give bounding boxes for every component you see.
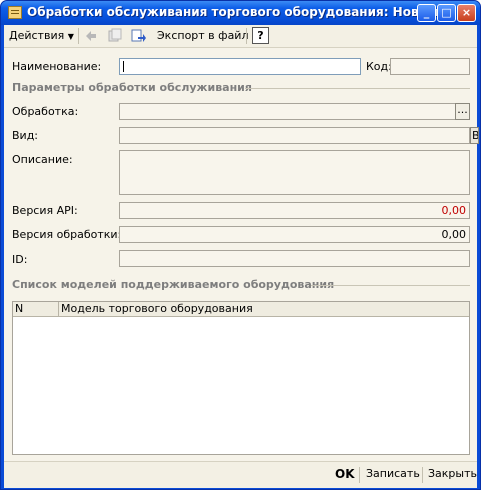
kind-select-label: Вы — [472, 129, 479, 142]
column-header-model[interactable]: Модель торгового оборудования — [59, 302, 469, 316]
section-divider — [245, 88, 470, 89]
kind-label: Вид: — [12, 129, 39, 142]
export-to-file-button[interactable]: Экспорт в файл — [157, 28, 249, 44]
title-bar[interactable]: Обработки обслуживания торгового оборудо… — [1, 1, 480, 25]
column-header-n[interactable]: N — [13, 302, 59, 316]
window-icon — [8, 6, 22, 19]
toolbar-separator — [78, 28, 79, 44]
processing-version-label: Версия обработки: — [12, 228, 122, 241]
form-footer: OK Записать Закрыть — [4, 461, 477, 488]
processing-input[interactable] — [119, 103, 456, 120]
kind-input[interactable] — [119, 127, 470, 144]
name-label: Наименование: — [12, 60, 102, 73]
code-input[interactable] — [390, 58, 470, 75]
app-window: Обработки обслуживания торгового оборудо… — [0, 0, 481, 490]
processing-version-value: 0,00 — [441, 228, 467, 241]
processing-version-input[interactable]: 0,00 — [119, 226, 470, 243]
window-title: Обработки обслуживания торгового оборудо… — [27, 5, 438, 19]
description-textarea[interactable] — [119, 150, 470, 195]
name-input[interactable] — [119, 58, 361, 75]
api-version-label: Версия API: — [12, 204, 78, 217]
footer-separator — [422, 467, 423, 483]
toolbar-separator — [246, 28, 247, 44]
id-input[interactable] — [119, 250, 470, 267]
kind-select-button[interactable]: Вы — [470, 127, 479, 144]
maximize-button[interactable]: □ — [437, 4, 456, 22]
form-client-area: Действия ▼ Экспорт в файл ? Наименование… — [4, 25, 479, 488]
models-table[interactable]: N Модель торгового оборудования — [12, 301, 470, 455]
ok-button[interactable]: OK — [335, 467, 355, 481]
save-button[interactable]: Записать — [366, 467, 420, 480]
code-label: Код: — [366, 60, 392, 73]
api-version-value: 0,00 — [441, 204, 467, 217]
description-label: Описание: — [12, 153, 73, 166]
api-version-input[interactable]: 0,00 — [119, 202, 470, 219]
table-header: N Модель торгового оборудования — [13, 302, 469, 317]
actions-label: Действия — [9, 29, 65, 42]
text-cursor — [123, 61, 124, 72]
copy-icon[interactable] — [107, 28, 123, 44]
help-icon[interactable]: ? — [252, 27, 269, 44]
footer-separator — [359, 467, 360, 483]
id-label: ID: — [12, 253, 28, 266]
back-arrow-icon[interactable] — [83, 28, 99, 44]
dropdown-arrow-icon: ▼ — [67, 32, 74, 41]
minimize-button[interactable]: _ — [417, 4, 436, 22]
processing-label: Обработка: — [12, 105, 79, 118]
actions-menu[interactable]: Действия ▼ — [9, 28, 74, 44]
refresh-icon[interactable] — [131, 28, 147, 44]
processing-select-button[interactable]: ... — [455, 103, 470, 120]
section-processing-params: Параметры обработки обслуживания — [12, 81, 252, 94]
close-button[interactable]: Закрыть — [428, 467, 477, 480]
toolbar: Действия ▼ Экспорт в файл ? — [4, 25, 477, 48]
close-window-button[interactable]: × — [457, 4, 476, 22]
section-divider — [311, 285, 470, 286]
section-models-list: Список моделей поддерживаемого оборудова… — [12, 278, 335, 291]
